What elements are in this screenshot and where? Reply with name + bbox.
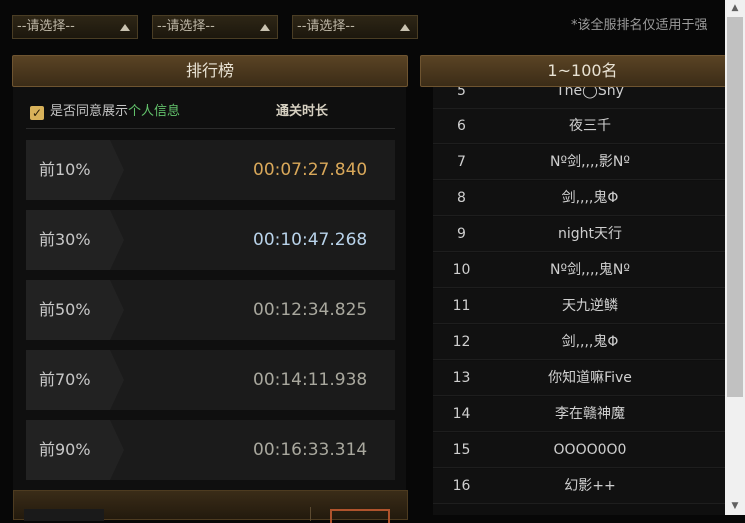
list-item: 15 OOOO0O0 xyxy=(433,433,725,468)
rank-number: 9 xyxy=(457,226,466,242)
scroll-up-icon[interactable]: ▲ xyxy=(725,0,745,17)
chevron-up-icon xyxy=(260,24,270,31)
list-item: 11 天九逆鳞 xyxy=(433,289,725,324)
player-name: The◯Shy xyxy=(556,87,624,99)
filter-select-2[interactable]: --请选择-- xyxy=(152,15,278,39)
rank-number: 12 xyxy=(452,334,471,350)
agree-display-option[interactable]: ✓ 是否同意展示个人信息 xyxy=(30,100,180,120)
percentile-label: 前50% xyxy=(26,280,124,340)
list-item: 7 Nº剑,,,,影Nº xyxy=(433,145,725,180)
action-button[interactable] xyxy=(330,509,390,523)
rank-number: 16 xyxy=(452,478,471,494)
percentile-row: 前50% 00:12:34.825 xyxy=(26,280,395,340)
ranking-header: 1~100名 xyxy=(420,55,745,87)
list-item: 6 夜三千 xyxy=(433,109,725,144)
filter-select-3-value: --请选择-- xyxy=(297,19,355,34)
avatar xyxy=(24,509,104,521)
filter-select-1[interactable]: --请选择-- xyxy=(12,15,138,39)
chevron-up-icon xyxy=(120,24,130,31)
ranking-title: 1~100名 xyxy=(547,61,618,80)
scroll-thumb[interactable] xyxy=(727,17,743,397)
leaderboard-header: 排行榜 xyxy=(12,55,408,87)
ranking-list: 5 The◯Shy 6 夜三千 7 Nº剑,,,,影Nº 8 剑,,,,鬼Φ 9 nigh… xyxy=(433,87,725,515)
filter-select-3[interactable]: --请选择-- xyxy=(292,15,418,39)
personal-info-link[interactable]: 个人信息 xyxy=(128,104,180,119)
rank-number: 8 xyxy=(457,190,466,206)
rank-number: 5 xyxy=(457,87,466,99)
player-name: Nº剑,,,,影Nº xyxy=(550,154,630,170)
percentile-row: 前10% 00:07:27.840 xyxy=(26,140,395,200)
clear-time-header: 通关时长 xyxy=(276,104,329,119)
percentile-label: 前70% xyxy=(26,350,124,410)
filter-select-1-value: --请选择-- xyxy=(17,19,75,34)
divider xyxy=(310,507,311,521)
agree-prefix: 是否同意展示 xyxy=(50,104,129,119)
percentile-row: 前30% 00:10:47.268 xyxy=(26,210,395,270)
leaderboard-title: 排行榜 xyxy=(185,61,234,80)
percentile-time: 00:10:47.268 xyxy=(253,230,368,250)
notice-text: *该全服排名仅适用于强 xyxy=(571,18,708,33)
checkbox-checked-icon[interactable]: ✓ xyxy=(30,106,44,120)
percentile-time: 00:12:34.825 xyxy=(253,300,368,320)
player-name: OOOO0O0 xyxy=(553,442,627,458)
percentile-label: 前90% xyxy=(26,420,124,480)
percentile-label: 前10% xyxy=(26,140,124,200)
player-name: 剑,,,,鬼Φ xyxy=(561,190,619,206)
percentile-label: 前30% xyxy=(26,210,124,270)
percentile-time: 00:16:33.314 xyxy=(253,440,368,460)
list-item: 12 剑,,,,鬼Φ xyxy=(433,325,725,360)
player-name: night天行 xyxy=(557,226,622,242)
list-item: 9 night天行 xyxy=(433,217,725,252)
scroll-down-icon[interactable]: ▼ xyxy=(725,498,745,515)
rank-number: 11 xyxy=(452,298,471,314)
player-name: 天九逆鳞 xyxy=(562,298,618,314)
list-item: 10 Nº剑,,,,鬼Nº xyxy=(433,253,725,288)
rank-number: 7 xyxy=(457,154,466,170)
rank-number: 6 xyxy=(457,118,466,134)
player-name: 剑,,,,鬼Φ xyxy=(561,334,619,350)
percentile-row: 前90% 00:16:33.314 xyxy=(26,420,395,480)
rank-number: 15 xyxy=(452,442,471,458)
chevron-up-icon xyxy=(400,24,410,31)
player-name: 幻影++ xyxy=(564,478,616,494)
player-name: Nº剑,,,,鬼Nº xyxy=(550,262,630,278)
divider xyxy=(26,128,395,129)
rank-number: 10 xyxy=(452,262,471,278)
rank-number: 14 xyxy=(452,406,471,422)
percentile-row: 前70% 00:14:11.938 xyxy=(26,350,395,410)
list-item: 14 李在赣神魔 xyxy=(433,397,725,432)
player-bar xyxy=(13,490,408,523)
player-name: 你知道嘛Five xyxy=(548,370,632,386)
list-item: 8 剑,,,,鬼Φ xyxy=(433,181,725,216)
list-item: 16 幻影++ xyxy=(433,469,725,504)
page-scrollbar[interactable]: ▲ ▼ xyxy=(725,0,745,515)
list-item: 5 The◯Shy xyxy=(433,87,725,109)
player-name: 李在赣神魔 xyxy=(555,406,625,422)
rank-number: 13 xyxy=(452,370,471,386)
percentile-time: 00:14:11.938 xyxy=(253,370,368,390)
player-name: 夜三千 xyxy=(569,118,611,134)
list-item: 13 你知道嘛Five xyxy=(433,361,725,396)
filter-select-2-value: --请选择-- xyxy=(157,19,215,34)
percentile-time: 00:07:27.840 xyxy=(253,160,368,180)
